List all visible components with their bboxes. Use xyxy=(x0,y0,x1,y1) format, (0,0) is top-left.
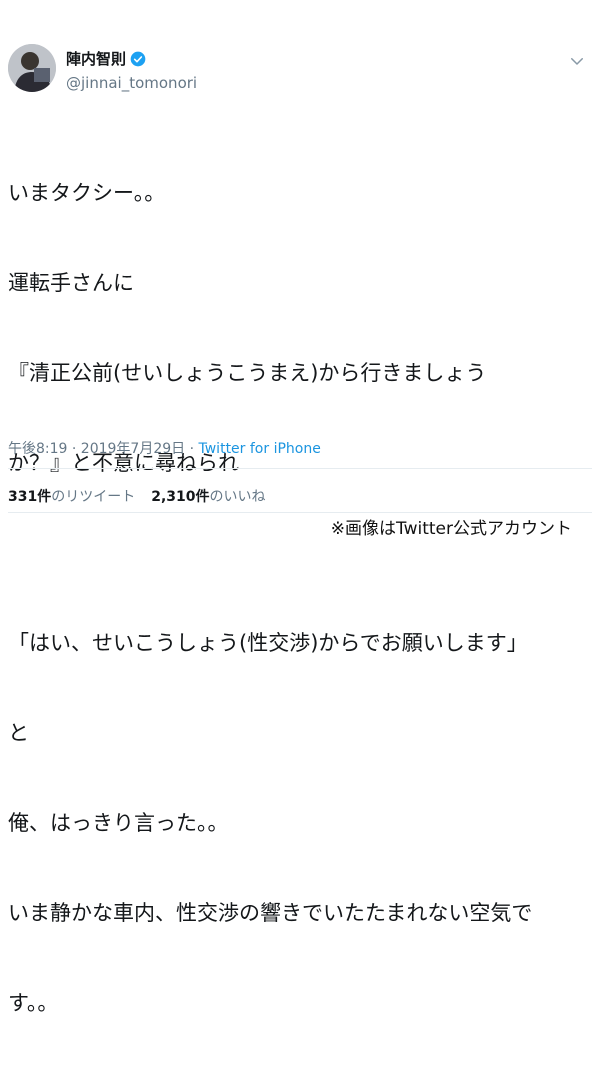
timestamp[interactable]: 午後8:19 · 2019年7月29日 xyxy=(8,441,185,457)
tweet-line: 運転手さんに xyxy=(8,271,134,295)
tweet-line: 「はい、せいこうしょう(性交渉)からでお願いします」 xyxy=(8,631,528,655)
chevron-down-icon[interactable] xyxy=(568,52,586,70)
tweet-line: いまタクシー。。 xyxy=(8,181,166,205)
source-link[interactable]: Twitter for iPhone xyxy=(199,441,321,457)
display-name[interactable]: 陣内智則 xyxy=(66,48,126,69)
tweet-line: と xyxy=(8,721,29,745)
image-credit: ※画像はTwitter公式アカウント xyxy=(326,514,576,539)
tweet-line: いま静かな車内、性交渉の響きでいたたまれない空気で xyxy=(8,901,533,925)
divider xyxy=(8,512,592,513)
verified-badge-icon xyxy=(130,51,146,66)
retweets-stat[interactable]: 331件のリツイート xyxy=(8,486,135,506)
tweet-line: す。。 xyxy=(8,991,59,1015)
engagement-stats: 331件のリツイート 2,310件のいいね xyxy=(8,486,266,506)
user-handle[interactable]: @jinnai_tomonori xyxy=(66,74,197,92)
avatar-photo-icon xyxy=(8,44,56,92)
likes-stat[interactable]: 2,310件のいいね xyxy=(151,486,265,506)
retweets-count: 331件 xyxy=(8,489,52,505)
display-name-row[interactable]: 陣内智則 xyxy=(66,48,146,69)
retweets-label: のリツイート xyxy=(51,489,136,505)
meta-separator: · xyxy=(185,441,199,457)
tweet-line: 『清正公前(せいしょうこうまえ)から行きましょう xyxy=(8,361,487,385)
avatar[interactable] xyxy=(8,44,56,92)
tweet-card: 陣内智則 @jinnai_tomonori いまタクシー。。 運転手さんに 『清… xyxy=(0,0,600,1015)
likes-count: 2,310件 xyxy=(151,489,210,505)
tweet-meta: 午後8:19 · 2019年7月29日 · Twitter for iPhone xyxy=(8,438,321,458)
divider xyxy=(8,468,592,469)
tweet-line xyxy=(8,538,592,568)
tweet-line: 俺、はっきり言った。。 xyxy=(8,811,229,835)
likes-label: のいいね xyxy=(209,489,266,505)
tweet-text: いまタクシー。。 運転手さんに 『清正公前(せいしょうこうまえ)から行きましょう… xyxy=(8,118,592,1078)
